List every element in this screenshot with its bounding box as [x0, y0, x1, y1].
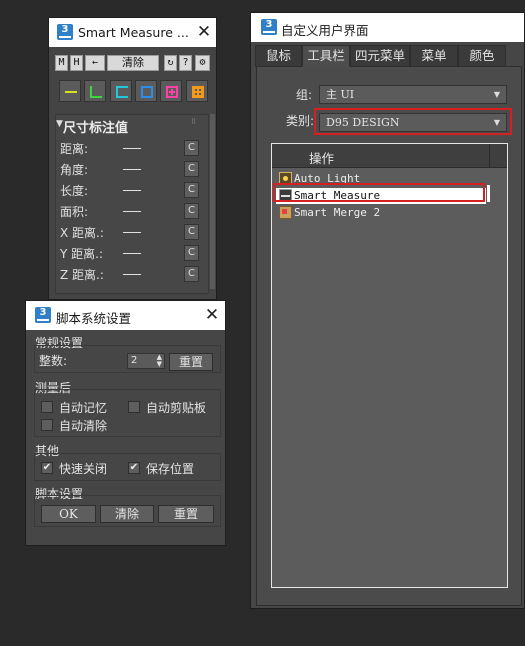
line-icon [65, 86, 77, 98]
auto-memory-checkbox[interactable] [41, 401, 53, 413]
group-value: 主 UI [326, 88, 355, 101]
list-item-smart-merge-2[interactable]: Smart Merge 2 [276, 205, 501, 221]
auto-memory-label: 自动记忆 [59, 401, 108, 415]
script-settings-window: 3 脚本系统设置 ✕ 常规设置 整数: 2 ▲ ▼ 重置 测量后 自动记忆 自动剪… [25, 300, 226, 546]
add-tool-button[interactable] [160, 80, 182, 102]
app-3ds-icon: 3 [35, 307, 51, 323]
integer-value: 2 [131, 355, 138, 366]
grid-tool-button[interactable] [186, 80, 208, 102]
group-label: 组: [296, 88, 313, 102]
angle-label: 角度: [60, 163, 89, 177]
auto-clear-label: 自动清除 [59, 419, 108, 433]
copy-length-button[interactable]: C [184, 182, 199, 198]
action-list-header[interactable]: 操作 [272, 144, 507, 168]
y-distance-value [123, 253, 141, 254]
copy-distance-button[interactable]: C [184, 140, 199, 156]
distance-value [123, 148, 141, 149]
x-distance-value [123, 232, 141, 233]
category-label: 类别: [286, 114, 315, 128]
area-value [123, 211, 141, 212]
angle-tool-button[interactable] [84, 80, 106, 102]
reset-settings-button[interactable]: 重置 [158, 505, 214, 523]
copy-x-distance-button[interactable]: C [184, 224, 199, 240]
clear-button[interactable]: 清除 [107, 55, 159, 71]
app-3ds-icon: 3 [261, 19, 277, 35]
tab-mouse[interactable]: 鼠标 [255, 45, 302, 67]
save-position-label: 保存位置 [146, 462, 195, 476]
smart-measure-highlight [273, 183, 485, 202]
ok-button[interactable]: OK [41, 505, 96, 523]
plus-icon [166, 86, 178, 98]
save-position-checkbox[interactable]: ✔ [128, 462, 140, 474]
tab-menu[interactable]: 菜单 [410, 45, 458, 67]
y-distance-label: Y 距离.: [60, 247, 104, 261]
tab-toolbar[interactable]: 工具栏 [302, 45, 350, 67]
quick-close-checkbox[interactable]: ✔ [41, 462, 53, 474]
window-title: 脚本系统设置 [56, 311, 132, 326]
action-column-header: 操作 [309, 151, 335, 166]
auto-clipboard-label: 自动剪贴板 [146, 401, 207, 415]
script-settings-titlebar[interactable]: 3 脚本系统设置 ✕ [26, 301, 225, 330]
square-icon [141, 86, 153, 98]
distance-label: 距离: [60, 142, 89, 156]
back-arrow-button[interactable]: ← [85, 55, 105, 71]
action-list[interactable]: 操作 Auto Light Smart Measure Smart Merge … [271, 143, 508, 588]
auto-clear-checkbox[interactable] [41, 419, 53, 431]
quick-close-label: 快速关闭 [59, 462, 108, 476]
clear-settings-button[interactable]: 清除 [100, 505, 154, 523]
tab-quad-menu[interactable]: 四元菜单 [350, 45, 410, 67]
collapse-arrow-icon[interactable]: ▼ [56, 119, 63, 129]
auto-clipboard-checkbox[interactable] [128, 401, 140, 413]
length-label: 长度: [60, 184, 89, 198]
close-icon[interactable]: ✕ [201, 304, 223, 326]
x-distance-label: X 距离.: [60, 226, 104, 240]
area-label: 面积: [60, 205, 89, 219]
settings-icon[interactable]: ⚙ [195, 55, 210, 71]
copy-area-button[interactable]: C [184, 203, 199, 219]
z-distance-label: Z 距离.: [60, 268, 104, 282]
group-dropdown[interactable]: 主 UI ▼ [319, 85, 507, 104]
action-label: Smart Merge 2 [294, 206, 381, 219]
category-highlight [314, 108, 512, 135]
integer-label: 整数: [39, 354, 68, 368]
smart-measure-window: 3 Smart Measure ... ✕ M H ← 清除 ↻ ? ⚙ ▼ 尺… [48, 17, 217, 300]
smart-measure-titlebar[interactable]: 3 Smart Measure ... ✕ [49, 18, 216, 47]
reset-integer-button[interactable]: 重置 [169, 353, 213, 371]
z-distance-value [123, 274, 141, 275]
h-button[interactable]: H [70, 55, 83, 71]
spinner-arrows-icon[interactable]: ▲ ▼ [157, 354, 162, 368]
line-tool-button[interactable] [59, 80, 81, 102]
copy-z-distance-button[interactable]: C [184, 266, 199, 282]
refresh-icon[interactable]: ↻ [164, 55, 177, 71]
customize-ui-titlebar[interactable]: 3 自定义用户界面 [251, 13, 524, 42]
tab-color[interactable]: 颜色 [458, 45, 506, 67]
length-tool-button[interactable] [110, 80, 132, 102]
chevron-down-icon: ▼ [493, 90, 500, 99]
m-button[interactable]: M [55, 55, 68, 71]
angle-icon [90, 86, 102, 98]
window-title: 自定义用户界面 [281, 23, 369, 38]
bracket-icon [116, 86, 128, 98]
list-scroll-indicator [487, 185, 490, 202]
grip-icon[interactable]: ⠿ [191, 119, 199, 126]
customize-ui-window: 3 自定义用户界面 鼠标 工具栏 四元菜单 菜单 颜色 组: 主 UI ▼ 类别… [250, 12, 525, 609]
window-title: Smart Measure ... [78, 25, 188, 40]
column-divider [489, 144, 490, 168]
angle-value [123, 169, 141, 170]
panel-scrollbar[interactable] [210, 114, 215, 289]
area-tool-button[interactable] [135, 80, 157, 102]
copy-y-distance-button[interactable]: C [184, 245, 199, 261]
copy-angle-button[interactable]: C [184, 161, 199, 177]
app-3ds-icon: 3 [57, 24, 73, 40]
length-value [123, 190, 141, 191]
close-icon[interactable]: ✕ [193, 21, 215, 43]
help-icon[interactable]: ? [179, 55, 192, 71]
grid-icon [192, 86, 204, 98]
integer-spinner[interactable]: 2 ▲ ▼ [127, 353, 165, 369]
merge-icon [279, 206, 292, 219]
section-title: 尺寸标注值 [63, 121, 129, 136]
